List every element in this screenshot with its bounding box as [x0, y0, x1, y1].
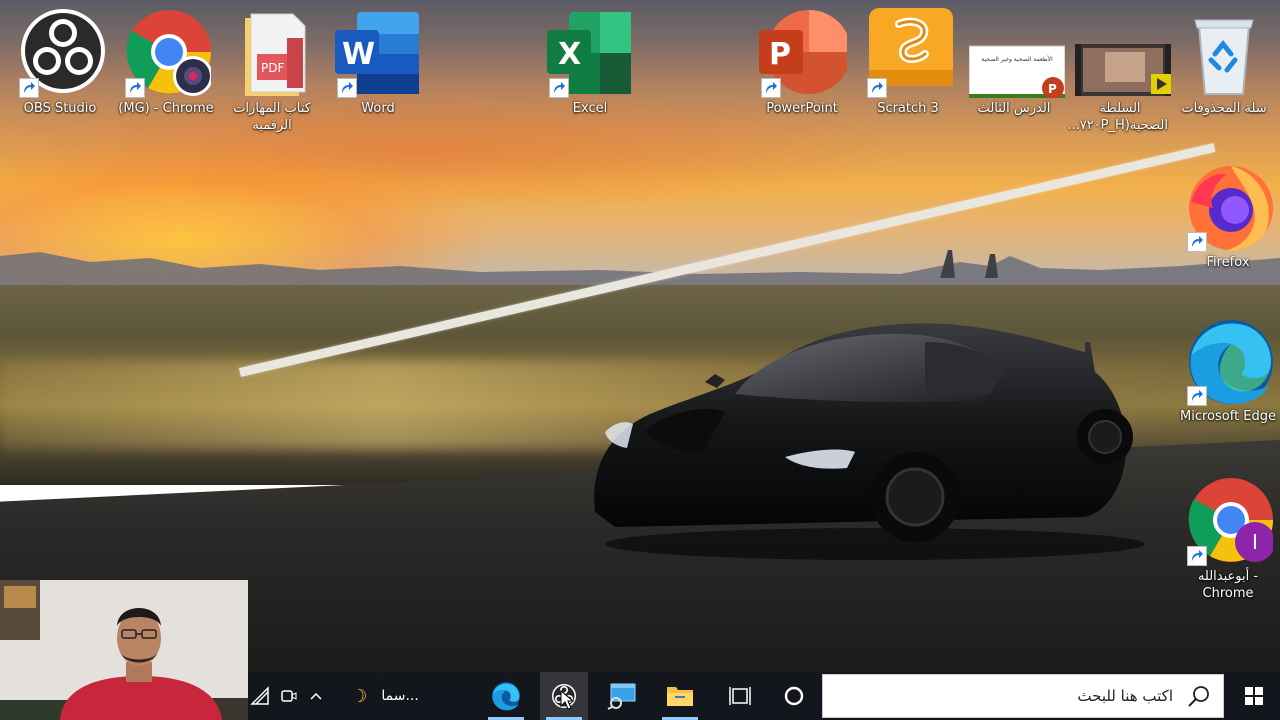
svg-text:P: P: [1048, 82, 1057, 96]
desktop-icon-chrome-abuabdullah[interactable]: I أبوعبدالله - Chrome: [1180, 476, 1276, 602]
svg-text:W: W: [342, 37, 375, 72]
desktop-icon-edge[interactable]: Microsoft Edge: [1180, 316, 1276, 425]
chrome-profile-icon: [121, 8, 213, 98]
taskbar-remote-desktop[interactable]: [598, 672, 646, 720]
shortcut-arrow-icon: [761, 78, 781, 98]
shortcut-arrow-icon: [1187, 232, 1207, 252]
desktop-icon-label: Excel: [572, 101, 608, 116]
obs-icon: [15, 8, 105, 98]
desktop-icon-label: كتاب المهارات الرقميه: [233, 101, 311, 133]
desktop-icon-label: الدرس الثالث: [977, 101, 1051, 116]
shortcut-arrow-icon: [867, 78, 887, 98]
presenter-video-feed: [0, 580, 248, 720]
desktop-icon-label: سلة المحذوفات: [1181, 101, 1267, 116]
firefox-icon: [1183, 162, 1273, 252]
taskbar-obs[interactable]: [540, 672, 588, 720]
desktop-icon-label: (MG) - Chrome: [118, 101, 214, 116]
desktop-icon-excel[interactable]: X Excel: [542, 8, 638, 117]
sports-car-image: [594, 323, 1145, 560]
desktop-icon-chrome-mg[interactable]: (MG) - Chrome: [118, 8, 214, 117]
desktop-icon-pdf-book[interactable]: PDF كتاب المهارات الرقميه: [224, 8, 320, 134]
search-icon: [1188, 686, 1209, 707]
cortana-icon: [784, 686, 804, 706]
chrome-profile-icon: I: [1183, 476, 1275, 566]
mouse-cursor-icon: [560, 690, 574, 710]
svg-text:PDF: PDF: [261, 61, 284, 75]
excel-icon: X: [545, 8, 635, 98]
shortcut-arrow-icon: [19, 78, 39, 98]
powerpoint-icon: P: [757, 8, 851, 98]
task-view-icon: [729, 687, 751, 705]
desktop-icon-label: السلطة الصحية(٧٢٠P_H...: [1067, 101, 1168, 133]
desktop-icon-label: أبوعبدالله - Chrome: [1197, 569, 1259, 601]
desktop-icon-label: Word: [361, 101, 395, 116]
svg-text:X: X: [558, 37, 581, 72]
word-icon: W: [333, 8, 423, 98]
scratch-icon: [863, 8, 953, 98]
recycle-bin-icon: [1179, 8, 1269, 98]
edge-icon: [492, 682, 520, 711]
desktop-icon-lesson-three[interactable]: P الأطعمة الصحية وغير الصحية الدرس الثال…: [966, 8, 1066, 117]
remote-desktop-icon: [607, 683, 636, 710]
taskbar-cortana[interactable]: [772, 672, 816, 720]
shortcut-arrow-icon: [125, 78, 145, 98]
file-explorer-icon: [667, 687, 693, 706]
windows-logo-icon: [1245, 687, 1263, 705]
desktop-icon-label: Scratch 3: [877, 101, 939, 116]
show-hidden-icons-chevron-icon[interactable]: [304, 672, 328, 720]
edge-icon: [1183, 316, 1273, 406]
taskbar-edge[interactable]: [482, 672, 530, 720]
desktop-icon-recycle-bin[interactable]: سلة المحذوفات: [1176, 8, 1272, 117]
desktop-icon-scratch[interactable]: Scratch 3: [860, 8, 956, 117]
powerpoint-file-icon: P الأطعمة الصحية وغير الصحية: [968, 8, 1066, 99]
shortcut-arrow-icon: [337, 78, 357, 98]
desktop-icon-powerpoint[interactable]: P PowerPoint: [754, 8, 851, 117]
network-icon[interactable]: [248, 672, 272, 720]
profile-avatar-letter: I: [1252, 530, 1258, 554]
desktop-icon-label: PowerPoint: [766, 101, 838, 116]
video-file-icon: [1075, 8, 1171, 98]
desktop-icon-label: OBS Studio: [23, 101, 97, 116]
desktop-icon-video-salad[interactable]: السلطة الصحية(٧٢٠P_H...: [1067, 8, 1171, 134]
search-placeholder: اكتب هنا للبحث: [1077, 687, 1173, 705]
desktop-icon-word[interactable]: W Word: [330, 8, 426, 117]
meet-now-icon[interactable]: [276, 672, 300, 720]
desktop-icon-firefox[interactable]: Firefox: [1180, 162, 1276, 271]
desktop-icon-label: Microsoft Edge: [1180, 409, 1277, 424]
weather-text: سما...: [381, 688, 419, 704]
taskbar-task-view[interactable]: [716, 672, 764, 720]
shortcut-arrow-icon: [1187, 546, 1207, 566]
desktop-icon-label: Firefox: [1206, 255, 1250, 270]
weather-widget[interactable]: ☽ سما...: [340, 672, 430, 720]
start-button[interactable]: [1228, 672, 1280, 720]
svg-text:P: P: [769, 37, 791, 72]
moon-icon: ☽: [351, 685, 368, 707]
desktop-icon-obs-studio[interactable]: OBS Studio: [12, 8, 108, 117]
pdf-folder-icon: PDF: [227, 8, 317, 98]
taskbar-search-box[interactable]: اكتب هنا للبحث: [822, 674, 1224, 718]
slide-thumbnail-text: الأطعمة الصحية وغير الصحية: [981, 56, 1053, 63]
shortcut-arrow-icon: [549, 78, 569, 98]
webcam-overlay: [0, 580, 248, 720]
shortcut-arrow-icon: [1187, 386, 1207, 406]
taskbar-file-explorer[interactable]: [656, 672, 704, 720]
